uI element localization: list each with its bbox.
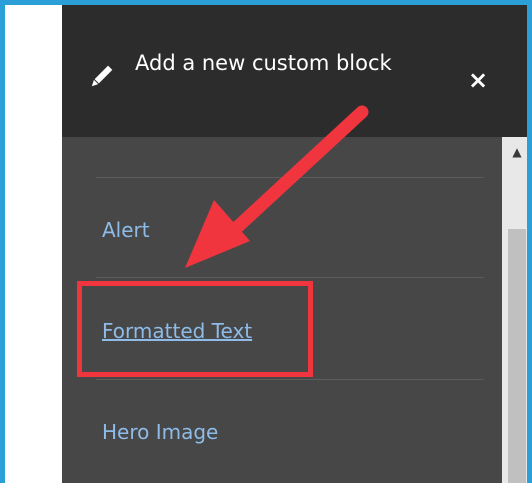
scrollbar-thumb[interactable]	[508, 229, 526, 483]
off-canvas-tray: Add a new custom block × Alert Formatted…	[62, 5, 527, 483]
scroll-up-arrow-icon[interactable]: ▲	[502, 137, 527, 167]
list-item: Hero Image	[96, 379, 484, 480]
pencil-icon	[91, 65, 113, 87]
list-item: Formatted Text	[96, 277, 484, 378]
page-background	[5, 5, 62, 483]
block-type-link-formatted-text[interactable]: Formatted Text	[102, 319, 252, 343]
block-type-link-hero-image[interactable]: Hero Image	[102, 420, 218, 444]
close-icon[interactable]: ×	[463, 65, 493, 95]
scrollbar[interactable]: ▲	[502, 137, 527, 483]
tray-title: Add a new custom block	[135, 51, 392, 75]
list-item: Alert	[96, 177, 484, 278]
screenshot-frame: Add a new custom block × Alert Formatted…	[0, 0, 532, 483]
block-type-link-alert[interactable]: Alert	[102, 218, 150, 242]
tray-header: Add a new custom block ×	[62, 5, 527, 137]
